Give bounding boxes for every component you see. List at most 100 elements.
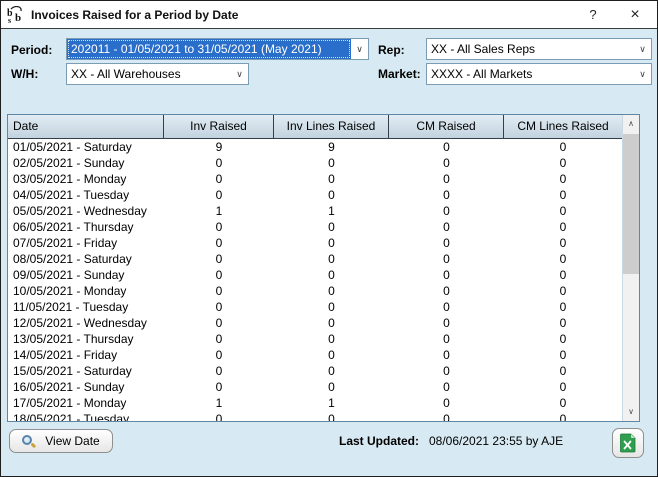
cell-date: 05/05/2021 - Wednesday bbox=[8, 203, 164, 219]
rep-select[interactable]: XX - All Sales Reps ∨ bbox=[426, 38, 652, 60]
table-row[interactable]: 04/05/2021 - Tuesday 0 0 0 0 bbox=[8, 187, 622, 203]
table-row[interactable]: 15/05/2021 - Saturday 0 0 0 0 bbox=[8, 363, 622, 379]
cell-inv-raised: 0 bbox=[164, 283, 274, 299]
export-excel-button[interactable] bbox=[612, 428, 644, 458]
table-row[interactable]: 10/05/2021 - Monday 0 0 0 0 bbox=[8, 283, 622, 299]
cell-inv-lines-raised: 0 bbox=[274, 267, 389, 283]
cell-cm-lines-raised: 0 bbox=[504, 331, 622, 347]
cell-cm-raised: 0 bbox=[389, 235, 504, 251]
table-row[interactable]: 17/05/2021 - Monday 1 1 0 0 bbox=[8, 395, 622, 411]
cell-inv-raised: 9 bbox=[164, 139, 274, 155]
cell-cm-raised: 0 bbox=[389, 283, 504, 299]
cell-inv-lines-raised: 0 bbox=[274, 315, 389, 331]
table-row[interactable]: 12/05/2021 - Wednesday 0 0 0 0 bbox=[8, 315, 622, 331]
rep-value: XX - All Sales Reps bbox=[427, 39, 634, 59]
cell-cm-lines-raised: 0 bbox=[504, 171, 622, 187]
cell-inv-lines-raised: 0 bbox=[274, 363, 389, 379]
cell-cm-raised: 0 bbox=[389, 395, 504, 411]
cell-cm-raised: 0 bbox=[389, 187, 504, 203]
cell-cm-lines-raised: 0 bbox=[504, 203, 622, 219]
cell-cm-raised: 0 bbox=[389, 139, 504, 155]
cell-inv-raised: 1 bbox=[164, 203, 274, 219]
table-row[interactable]: 02/05/2021 - Sunday 0 0 0 0 bbox=[8, 155, 622, 171]
cell-date: 13/05/2021 - Thursday bbox=[8, 331, 164, 347]
cell-date: 18/05/2021 - Tuesday bbox=[8, 411, 164, 421]
cell-cm-lines-raised: 0 bbox=[504, 187, 622, 203]
last-updated-value: 08/06/2021 23:55 by AJE bbox=[429, 429, 563, 453]
cell-inv-raised: 0 bbox=[164, 155, 274, 171]
cell-cm-raised: 0 bbox=[389, 267, 504, 283]
help-button[interactable]: ? bbox=[577, 1, 609, 29]
column-header-date: Date bbox=[8, 115, 164, 138]
cell-cm-raised: 0 bbox=[389, 347, 504, 363]
table-row[interactable]: 16/05/2021 - Sunday 0 0 0 0 bbox=[8, 379, 622, 395]
table-row[interactable]: 07/05/2021 - Friday 0 0 0 0 bbox=[8, 235, 622, 251]
cell-inv-raised: 0 bbox=[164, 235, 274, 251]
cell-inv-raised: 0 bbox=[164, 267, 274, 283]
cell-cm-raised: 0 bbox=[389, 251, 504, 267]
market-select[interactable]: XXXX - All Markets ∨ bbox=[426, 63, 652, 85]
dialog-window: b s b Invoices Raised for a Period by Da… bbox=[0, 0, 658, 477]
cell-inv-lines-raised: 1 bbox=[274, 203, 389, 219]
cell-date: 07/05/2021 - Friday bbox=[8, 235, 164, 251]
cell-inv-lines-raised: 0 bbox=[274, 219, 389, 235]
cell-date: 12/05/2021 - Wednesday bbox=[8, 315, 164, 331]
table-row[interactable]: 09/05/2021 - Sunday 0 0 0 0 bbox=[8, 267, 622, 283]
table-row[interactable]: 14/05/2021 - Friday 0 0 0 0 bbox=[8, 347, 622, 363]
table-row[interactable]: 11/05/2021 - Tuesday 0 0 0 0 bbox=[8, 299, 622, 315]
table-row[interactable]: 06/05/2021 - Thursday 0 0 0 0 bbox=[8, 219, 622, 235]
svg-text:b: b bbox=[15, 12, 21, 24]
table-row[interactable]: 05/05/2021 - Wednesday 1 1 0 0 bbox=[8, 203, 622, 219]
cell-cm-raised: 0 bbox=[389, 379, 504, 395]
table-row[interactable]: 01/05/2021 - Saturday 9 9 0 0 bbox=[8, 139, 622, 155]
scrollbar-thumb[interactable] bbox=[623, 134, 639, 274]
cell-cm-lines-raised: 0 bbox=[504, 347, 622, 363]
table-row[interactable]: 08/05/2021 - Saturday 0 0 0 0 bbox=[8, 251, 622, 267]
table-row[interactable]: 13/05/2021 - Thursday 0 0 0 0 bbox=[8, 331, 622, 347]
scroll-up-icon[interactable]: ∧ bbox=[623, 115, 639, 133]
column-header-cm-raised: CM Raised bbox=[389, 115, 504, 138]
cell-inv-raised: 0 bbox=[164, 347, 274, 363]
cell-inv-lines-raised: 0 bbox=[274, 411, 389, 421]
cell-date: 06/05/2021 - Thursday bbox=[8, 219, 164, 235]
cell-cm-lines-raised: 0 bbox=[504, 363, 622, 379]
cell-date: 01/05/2021 - Saturday bbox=[8, 139, 164, 155]
vertical-scrollbar[interactable]: ∧ ∨ bbox=[622, 115, 639, 421]
cell-inv-raised: 0 bbox=[164, 315, 274, 331]
market-label: Market: bbox=[378, 63, 421, 85]
view-date-button[interactable]: View Date bbox=[9, 429, 113, 453]
cell-date: 11/05/2021 - Tuesday bbox=[8, 299, 164, 315]
cell-inv-lines-raised: 0 bbox=[274, 331, 389, 347]
close-button[interactable]: × bbox=[619, 1, 651, 29]
cell-date: 08/05/2021 - Saturday bbox=[8, 251, 164, 267]
cell-date: 04/05/2021 - Tuesday bbox=[8, 187, 164, 203]
cell-inv-lines-raised: 0 bbox=[274, 171, 389, 187]
warehouse-select[interactable]: XX - All Warehouses ∨ bbox=[66, 63, 249, 85]
chevron-down-icon: ∨ bbox=[634, 39, 651, 59]
cell-inv-raised: 0 bbox=[164, 171, 274, 187]
magnifier-icon bbox=[22, 435, 35, 448]
warehouse-label: W/H: bbox=[11, 63, 38, 85]
cell-inv-lines-raised: 0 bbox=[274, 155, 389, 171]
period-select[interactable]: 202011 - 01/05/2021 to 31/05/2021 (May 2… bbox=[66, 38, 369, 60]
cell-inv-raised: 0 bbox=[164, 219, 274, 235]
table-row[interactable]: 03/05/2021 - Monday 0 0 0 0 bbox=[8, 171, 622, 187]
table-row[interactable]: 18/05/2021 - Tuesday 0 0 0 0 bbox=[8, 411, 622, 421]
warehouse-value: XX - All Warehouses bbox=[67, 64, 231, 84]
cell-cm-raised: 0 bbox=[389, 363, 504, 379]
cell-cm-lines-raised: 0 bbox=[504, 411, 622, 421]
cell-cm-raised: 0 bbox=[389, 155, 504, 171]
cell-inv-lines-raised: 0 bbox=[274, 235, 389, 251]
market-value: XXXX - All Markets bbox=[427, 64, 634, 84]
cell-inv-raised: 0 bbox=[164, 331, 274, 347]
last-updated-label: Last Updated: bbox=[339, 429, 419, 453]
view-date-label: View Date bbox=[45, 434, 99, 448]
cell-cm-raised: 0 bbox=[389, 203, 504, 219]
table-header: Date Inv Raised Inv Lines Raised CM Rais… bbox=[8, 115, 622, 139]
cell-date: 14/05/2021 - Friday bbox=[8, 347, 164, 363]
cell-inv-lines-raised: 0 bbox=[274, 251, 389, 267]
scroll-down-icon[interactable]: ∨ bbox=[623, 403, 639, 421]
cell-cm-lines-raised: 0 bbox=[504, 235, 622, 251]
cell-inv-lines-raised: 0 bbox=[274, 379, 389, 395]
chevron-down-icon: ∨ bbox=[351, 39, 368, 59]
